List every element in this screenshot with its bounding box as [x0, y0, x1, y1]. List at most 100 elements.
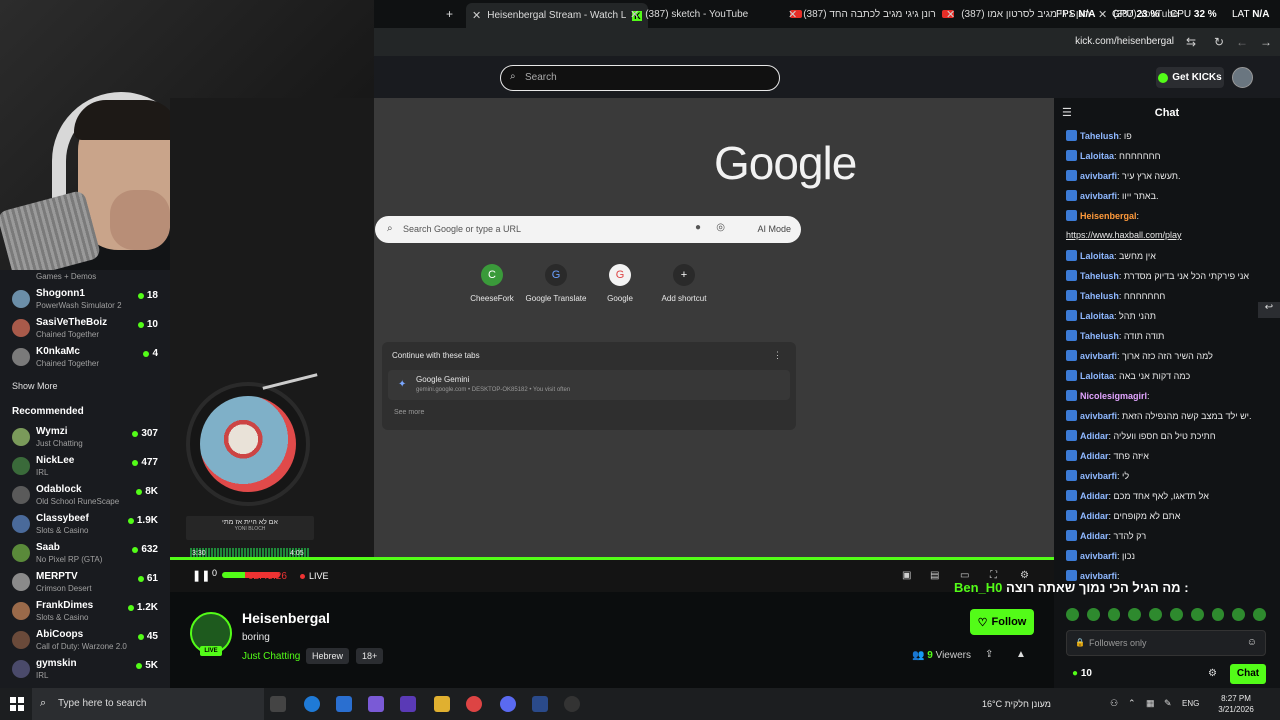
chat-username[interactable]: Laloitaa: [1080, 251, 1114, 261]
chat-username[interactable]: Adidar: [1080, 531, 1109, 541]
channel-name[interactable]: Heisenbergal: [242, 610, 330, 626]
people-icon[interactable]: ⚇: [1110, 698, 1118, 709]
chat-username[interactable]: Adidar: [1080, 511, 1109, 521]
store-icon[interactable]: [336, 696, 352, 712]
tab-heisenbergal[interactable]: ✕ Heisenbergal Stream - Watch L K: [466, 3, 649, 28]
chat-settings-icon[interactable]: ⚙: [1208, 668, 1217, 679]
chrome-icon[interactable]: [466, 696, 482, 712]
sidebar-channel[interactable]: SasiVeTheBoiz Chained Together 10: [0, 315, 170, 343]
sidebar-channel[interactable]: MERPTV Crimson Desert 61: [0, 569, 170, 597]
task-view-icon[interactable]: [270, 696, 286, 712]
copilot-icon[interactable]: [368, 696, 384, 712]
chat-username[interactable]: Laloitaa: [1080, 311, 1114, 321]
chat-input[interactable]: 🔒 Followers only ☺: [1066, 630, 1266, 656]
close-tab-icon[interactable]: ✕: [946, 8, 955, 21]
follow-button[interactable]: ♡ Follow: [970, 609, 1034, 635]
chat-link[interactable]: https://www.haxball.com/play: [1066, 230, 1182, 240]
emote-icon[interactable]: [1149, 608, 1162, 621]
sidebar-channel[interactable]: AbiCoops Call of Duty: Warzone 2.0 45: [0, 627, 170, 655]
chat-username[interactable]: avivbarfi: [1080, 551, 1117, 561]
site-settings-icon[interactable]: ⇆: [1186, 35, 1196, 49]
url-text[interactable]: kick.com/heisenbergal: [1075, 36, 1174, 47]
weather-widget[interactable]: 16°C מעונן חלקית: [982, 699, 1051, 709]
sidebar-channel[interactable]: FrankDimes Slots & Casino 1.2K: [0, 598, 170, 626]
sidebar-channel[interactable]: Shogonn1 PowerWash Simulator 2 18: [0, 286, 170, 314]
pause-button[interactable]: ❚❚: [192, 569, 210, 582]
chat-username[interactable]: Adidar: [1080, 431, 1109, 441]
chat-username[interactable]: avivbarfi: [1080, 171, 1117, 181]
tag-age[interactable]: 18+: [356, 648, 384, 664]
chevron-up-icon[interactable]: ⌃: [1128, 698, 1136, 709]
back-icon[interactable]: ←: [1236, 35, 1248, 49]
chat-username[interactable]: Tahelush: [1080, 291, 1119, 301]
emote-icon[interactable]: [1107, 608, 1121, 621]
obs-icon[interactable]: [564, 696, 580, 712]
sidebar-channel[interactable]: Wymzi Just Chatting 307: [0, 424, 170, 452]
chat-username[interactable]: Tahelush: [1080, 131, 1119, 141]
chat-username[interactable]: Tahelush: [1080, 331, 1119, 341]
system-clock[interactable]: 8:27 PM 3/21/2026: [1206, 693, 1266, 715]
pen-icon[interactable]: ✎: [1164, 698, 1172, 709]
emote-icon[interactable]: [1190, 608, 1204, 621]
app-icon[interactable]: [400, 696, 416, 712]
file-explorer-icon[interactable]: [434, 696, 450, 712]
close-tab-icon[interactable]: ✕: [1098, 8, 1107, 21]
emote-icon[interactable]: [1211, 608, 1225, 621]
get-kicks-button[interactable]: Get KICKs: [1156, 67, 1224, 88]
chat-username[interactable]: avivbarfi: [1080, 351, 1117, 361]
show-more-link[interactable]: Show More: [12, 381, 58, 391]
sidebar-channel[interactable]: NickLee IRL 477: [0, 453, 170, 481]
emote-icon[interactable]: [1128, 608, 1142, 621]
reload-icon[interactable]: ↻: [1214, 35, 1224, 49]
send-chat-button[interactable]: Chat: [1230, 664, 1266, 684]
emote-icon[interactable]: [1086, 608, 1100, 621]
language-indicator[interactable]: ENG: [1182, 699, 1199, 708]
new-tab-icon[interactable]: +: [446, 7, 453, 21]
chat-username[interactable]: avivbarfi: [1080, 411, 1117, 421]
chat-username[interactable]: avivbarfi: [1080, 191, 1117, 201]
search-input[interactable]: ⌕ Search: [500, 65, 780, 91]
network-icon[interactable]: ▦: [1146, 698, 1155, 709]
forward-icon[interactable]: →: [1260, 35, 1272, 49]
chat-username[interactable]: avivbarfi: [1080, 471, 1117, 481]
pip-icon[interactable]: ▣: [902, 570, 911, 581]
chat-username[interactable]: Laloitaa: [1080, 151, 1114, 161]
emote-icon[interactable]: [1232, 608, 1246, 621]
chat-username[interactable]: Heisenbergal: [1080, 211, 1137, 221]
chat-username[interactable]: Nicolesigmagirl: [1080, 391, 1147, 401]
edge-icon[interactable]: [304, 696, 320, 712]
theater-icon[interactable]: ▤: [930, 570, 939, 581]
sidebar-channel[interactable]: Saab No Pixel RP (GTA) 632: [0, 540, 170, 568]
taskbar-search[interactable]: ⌕ Type here to search: [32, 688, 264, 720]
chat-username[interactable]: Adidar: [1080, 451, 1109, 461]
emote-icon[interactable]: [1169, 608, 1183, 621]
tag-language[interactable]: Hebrew: [306, 648, 350, 664]
sidebar-channel[interactable]: gymskin IRL 5K: [0, 656, 170, 684]
close-tab-icon[interactable]: ✕: [472, 9, 481, 22]
tab-youtube-2[interactable]: ✕ (387) רונן גיגי מגיב לכתבה החד: [788, 6, 954, 22]
sidebar-channel[interactable]: Odablock Old School RuneScape 8K: [0, 482, 170, 510]
windows-start-icon[interactable]: [10, 697, 24, 711]
close-tab-icon[interactable]: ✕: [630, 8, 639, 21]
close-tab-icon[interactable]: ✕: [788, 8, 797, 21]
emote-icon[interactable]: [1066, 608, 1079, 621]
video-player[interactable]: Google ⌕ Search Google or type a URL ● ◎…: [170, 98, 1054, 592]
report-icon[interactable]: ▲: [1016, 649, 1026, 660]
emote-picker-icon[interactable]: ☺: [1247, 637, 1257, 648]
share-icon[interactable]: ⇪: [985, 649, 993, 660]
reply-icon[interactable]: ↩: [1258, 302, 1280, 318]
collapse-chat-icon[interactable]: ☰: [1062, 106, 1072, 119]
sidebar-channel[interactable]: Classybeef Slots & Casino 1.9K: [0, 511, 170, 539]
emote-icon[interactable]: [1253, 608, 1266, 621]
sidebar-channel[interactable]: K0nkaMc Chained Together 4: [0, 344, 170, 372]
live-dot: [137, 575, 144, 582]
app-icon-2[interactable]: [532, 696, 548, 712]
kicks-balance[interactable]: ● 10: [1072, 668, 1092, 679]
discord-icon[interactable]: [500, 696, 516, 712]
chat-username[interactable]: Tahelush: [1080, 271, 1119, 281]
stream-category[interactable]: Just Chatting: [242, 651, 300, 662]
chat-username[interactable]: Adidar: [1080, 491, 1109, 501]
user-avatar[interactable]: [1232, 67, 1253, 88]
tab-sketch[interactable]: ✕ (387) sketch - YouTube: [630, 6, 803, 22]
chat-username[interactable]: Laloitaa: [1080, 371, 1114, 381]
